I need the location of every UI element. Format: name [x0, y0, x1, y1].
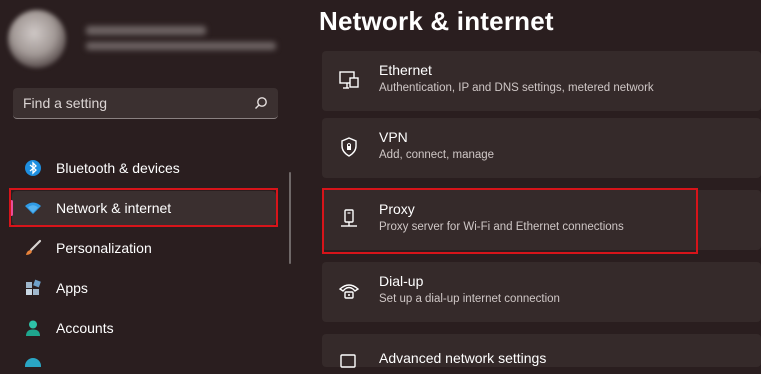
card-ethernet[interactable]: Ethernet Authentication, IP and DNS sett… — [322, 51, 761, 111]
apps-icon — [24, 279, 42, 297]
time-language-icon — [24, 357, 42, 367]
shield-icon — [338, 136, 360, 158]
sidebar-item-apps[interactable]: Apps — [12, 271, 276, 305]
card-title: VPN — [379, 129, 408, 145]
proxy-icon — [338, 208, 360, 230]
user-profile[interactable] — [8, 10, 298, 68]
card-proxy[interactable]: Proxy Proxy server for Wi-Fi and Etherne… — [322, 190, 761, 250]
card-title: Proxy — [379, 201, 415, 217]
card-subtitle: Add, connect, manage — [379, 149, 495, 161]
sidebar-item-label: Personalization — [56, 240, 152, 256]
brush-icon — [24, 239, 42, 257]
profile-name-blurred — [86, 26, 206, 35]
sidebar-item-network[interactable]: Network & internet — [10, 191, 276, 225]
ethernet-icon — [338, 69, 360, 91]
dialup-icon — [338, 280, 360, 302]
card-vpn[interactable]: VPN Add, connect, manage — [322, 118, 761, 178]
sidebar-item-label: Accounts — [56, 320, 114, 336]
profile-email-blurred — [86, 42, 276, 50]
card-subtitle: Authentication, IP and DNS settings, met… — [379, 82, 654, 94]
card-subtitle: Proxy server for Wi-Fi and Ethernet conn… — [379, 221, 624, 233]
sidebar-item-label: Bluetooth & devices — [56, 160, 180, 176]
search-icon[interactable] — [254, 96, 268, 110]
card-advanced-network[interactable]: Advanced network settings — [322, 334, 761, 368]
sidebar-item-label: Apps — [56, 280, 88, 296]
page-title: Network & internet — [319, 6, 554, 36]
search-box[interactable]: Find a setting — [13, 88, 278, 119]
card-title: Dial-up — [379, 273, 424, 289]
search-input[interactable]: Find a setting — [23, 95, 107, 111]
monitor-icon — [338, 352, 360, 374]
sidebar-item-next[interactable] — [12, 351, 276, 367]
sidebar-item-label: Network & internet — [56, 200, 172, 216]
wifi-icon — [24, 199, 42, 217]
card-dialup[interactable]: Dial-up Set up a dial-up internet connec… — [322, 262, 761, 322]
person-icon — [24, 319, 42, 337]
sidebar-item-bluetooth[interactable]: Bluetooth & devices — [12, 151, 276, 185]
sidebar-item-personalization[interactable]: Personalization — [12, 231, 276, 265]
sidebar-scrollbar[interactable] — [289, 172, 291, 264]
selection-indicator — [10, 200, 13, 216]
card-title: Advanced network settings — [379, 350, 547, 366]
sidebar-item-accounts[interactable]: Accounts — [12, 311, 276, 345]
card-title: Ethernet — [379, 62, 432, 78]
card-subtitle: Set up a dial-up internet connection — [379, 293, 560, 305]
avatar[interactable] — [8, 10, 66, 68]
bluetooth-icon — [24, 159, 42, 177]
